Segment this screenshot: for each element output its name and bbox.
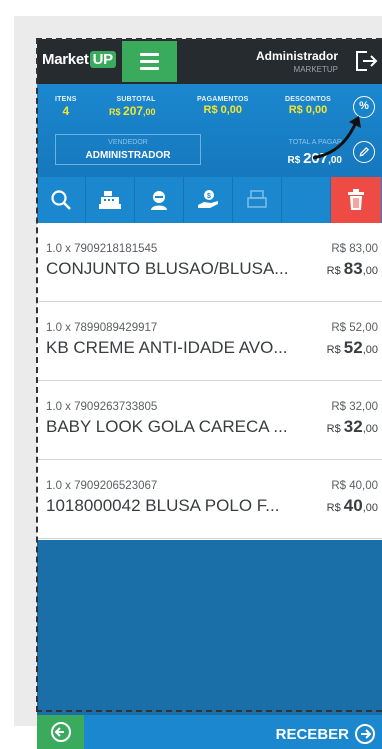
- cart-items-list: 1.0 x 7909218181545 R$ 83,00 CONJUNTO BL…: [37, 223, 382, 540]
- marketup-logo: Market UP: [42, 51, 116, 68]
- seller-name: ADMINISTRADOR: [85, 150, 171, 161]
- pos-app: Market UP Administrador MARKETUP ITENS 4 …: [37, 39, 382, 749]
- payments-stat: PAGAMENTOS R$ 0,00: [197, 96, 249, 116]
- seller-box[interactable]: VENDEDOR ADMINISTRADOR: [55, 134, 201, 165]
- cash-register-button[interactable]: [86, 177, 135, 223]
- list-item[interactable]: 1.0 x 7909206523067 R$ 40,00 1018000042 …: [37, 460, 382, 539]
- subtotal-stat: SUBTOTAL R$ 207,00: [109, 96, 156, 118]
- top-bar: Market UP Administrador MARKETUP: [37, 39, 382, 84]
- seller-label: VENDEDOR: [108, 139, 148, 146]
- svg-text:$: $: [207, 193, 211, 200]
- bottom-bar: RECEBER: [37, 715, 382, 749]
- customer-button[interactable]: [135, 177, 184, 223]
- user-name: Administrador: [255, 49, 338, 63]
- list-item[interactable]: 1.0 x 7899089429917 R$ 52,00 KB CREME AN…: [37, 302, 382, 381]
- sale-summary: ITENS 4 SUBTOTAL R$ 207,00 PAGAMENTOS R$…: [37, 84, 382, 177]
- search-button[interactable]: [37, 177, 86, 223]
- annotation-arrow-icon: [312, 116, 361, 160]
- logout-icon[interactable]: [354, 50, 378, 72]
- payment-button[interactable]: $: [184, 177, 233, 223]
- printer-icon: [247, 190, 267, 208]
- print-button[interactable]: [233, 177, 282, 223]
- list-item[interactable]: 1.0 x 7909218181545 R$ 83,00 CONJUNTO BL…: [37, 223, 382, 302]
- company-name: MARKETUP: [293, 65, 338, 74]
- items-stat: ITENS 4: [55, 96, 77, 118]
- arrow-right-circle-icon: [355, 724, 375, 744]
- receive-button[interactable]: RECEBER: [276, 723, 376, 745]
- search-icon: [51, 190, 71, 210]
- back-button[interactable]: [37, 715, 84, 749]
- delete-sale-button[interactable]: [331, 177, 381, 223]
- empty-list-area: [37, 540, 382, 715]
- payment-hand-icon: $: [198, 190, 218, 208]
- toolbar-spacer: [282, 177, 331, 223]
- customer-icon: [151, 191, 167, 210]
- cash-register-icon: [99, 191, 121, 209]
- action-toolbar: $: [37, 177, 382, 223]
- receive-label: RECEBER: [275, 725, 349, 743]
- menu-button[interactable]: [122, 41, 177, 82]
- trash-icon: [348, 189, 364, 210]
- user-info: Administrador MARKETUP: [256, 49, 338, 74]
- list-item[interactable]: 1.0 x 7909263733805 R$ 32,00 BABY LOOK G…: [37, 381, 382, 460]
- arrow-left-circle-icon: [50, 722, 71, 742]
